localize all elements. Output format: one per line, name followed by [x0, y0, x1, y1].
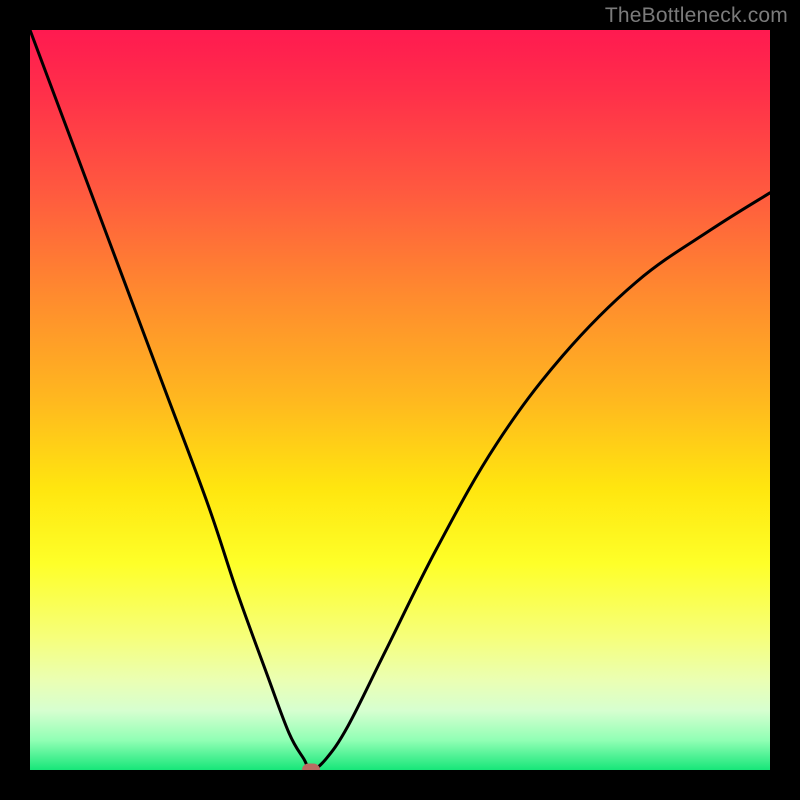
curve-layer	[30, 30, 770, 770]
watermark-text: TheBottleneck.com	[605, 4, 788, 28]
bottleneck-marker	[302, 764, 320, 771]
bottleneck-curve	[30, 30, 770, 770]
plot-area	[30, 30, 770, 770]
chart-frame: TheBottleneck.com	[0, 0, 800, 800]
